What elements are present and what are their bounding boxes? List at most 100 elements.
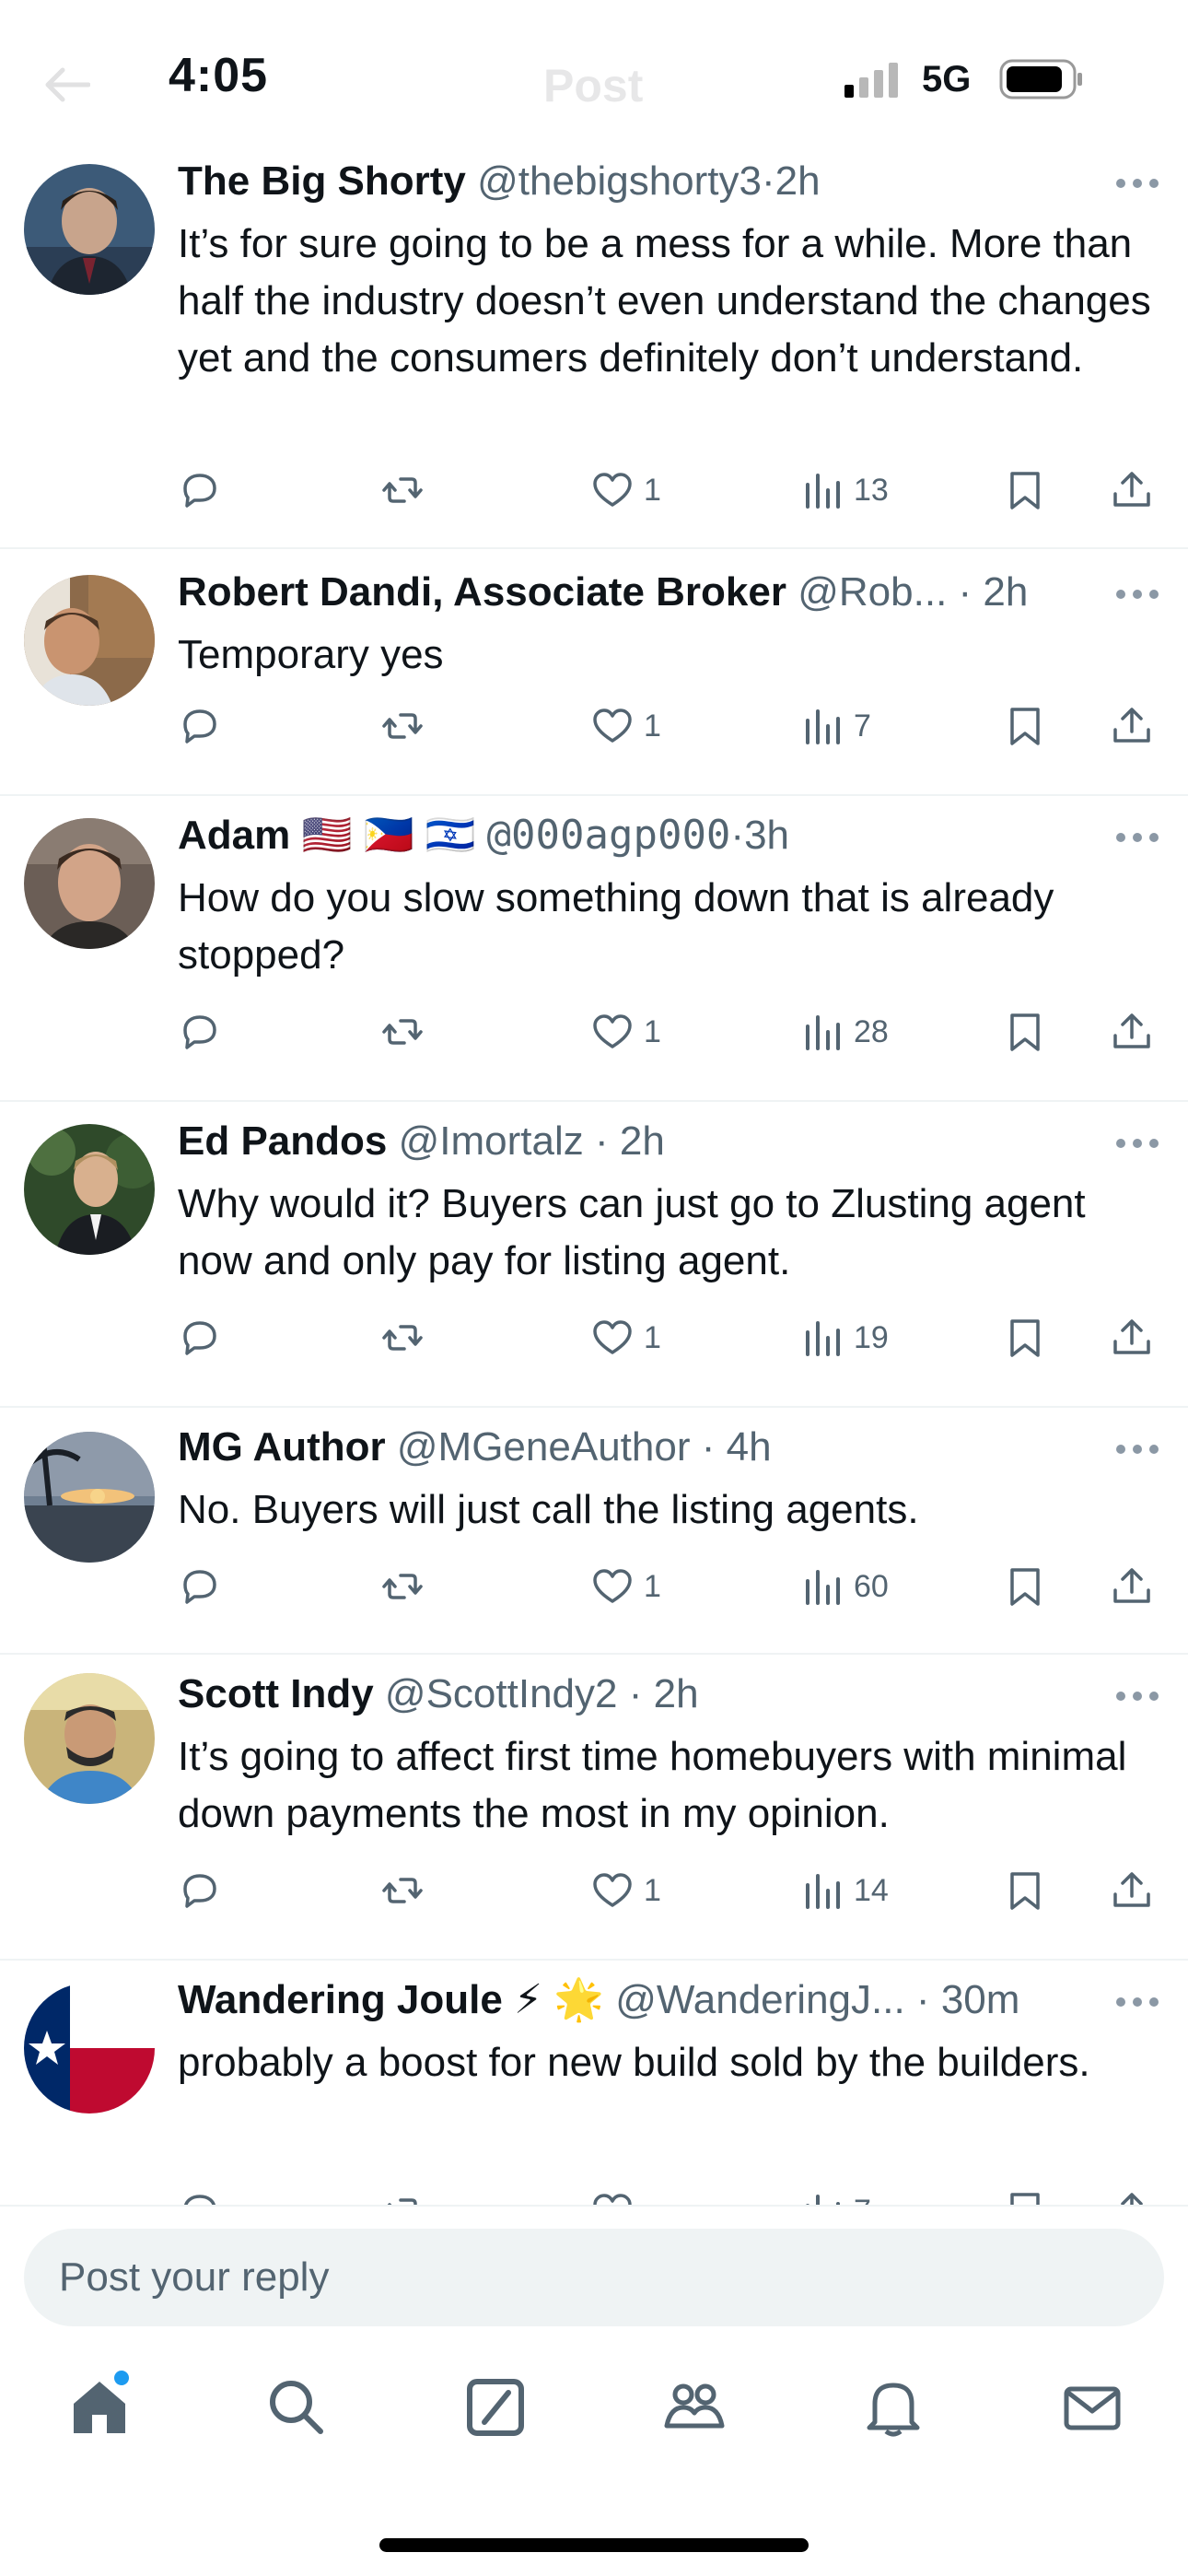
bookmark-button[interactable] <box>1003 1561 1047 1612</box>
reply-post[interactable]: Adam 🇺🇸 🇵🇭 🇮🇱 @000agp000·3h How do you s… <box>0 796 1188 1102</box>
reply-button[interactable] <box>178 1006 222 1058</box>
views-button[interactable]: 14 <box>800 1865 889 1916</box>
more-options-icon[interactable] <box>1114 588 1160 601</box>
more-options-icon[interactable] <box>1114 831 1160 844</box>
bookmark-button[interactable] <box>1003 1006 1047 1058</box>
reply-post[interactable]: Scott Indy @ScottIndy2 · 2h It’s going t… <box>0 1655 1188 1961</box>
repost-button[interactable] <box>380 464 425 516</box>
views-button[interactable]: 28 <box>800 1006 889 1058</box>
repost-button[interactable] <box>380 2185 425 2205</box>
author-name[interactable]: The Big Shorty <box>178 158 466 204</box>
like-button[interactable]: 1 <box>590 464 661 516</box>
reply-input[interactable] <box>24 2229 1164 2326</box>
bookmark-icon <box>1010 1872 1040 1910</box>
more-options-icon[interactable] <box>1114 177 1160 190</box>
tab-messages[interactable] <box>1055 2371 1129 2444</box>
share-button[interactable] <box>1110 464 1154 516</box>
avatar[interactable] <box>24 1432 155 1563</box>
share-button[interactable] <box>1110 1865 1154 1916</box>
share-button[interactable] <box>1110 1312 1154 1364</box>
repost-button[interactable] <box>380 1561 425 1612</box>
avatar[interactable] <box>24 1124 155 1255</box>
share-button[interactable] <box>1110 2185 1154 2205</box>
tab-search[interactable] <box>260 2371 333 2444</box>
avatar[interactable] <box>24 164 155 295</box>
post-actions: 1 19 <box>178 1312 1172 1364</box>
author-name[interactable]: Ed Pandos <box>178 1118 387 1164</box>
like-button[interactable]: 1 <box>590 1312 661 1364</box>
author-name[interactable]: Robert Dandi, Associate Broker <box>178 569 786 615</box>
author-handle[interactable]: @Rob... <box>798 569 947 615</box>
author-handle[interactable]: @ScottIndy2 <box>385 1671 618 1716</box>
view-count: 7 <box>854 708 871 744</box>
more-options-icon[interactable] <box>1114 1690 1160 1703</box>
like-button[interactable]: 1 <box>590 1561 661 1612</box>
author-handle[interactable]: @thebigshorty3 <box>477 158 762 204</box>
more-options-icon[interactable] <box>1114 1443 1160 1456</box>
author-name[interactable]: Wandering Joule ⚡ 🌟 <box>178 1977 604 2022</box>
reply-post[interactable]: The Big Shorty @thebigshorty3·2h It’s fo… <box>0 147 1188 549</box>
reply-post[interactable]: Wandering Joule ⚡ 🌟 @WanderingJ... · 30m… <box>0 1961 1188 2205</box>
unread-dot <box>114 2371 129 2385</box>
repost-button[interactable] <box>380 700 425 752</box>
post-actions: 7 <box>178 2185 1172 2205</box>
reply-post[interactable]: MG Author @MGeneAuthor · 4h No. Buyers w… <box>0 1408 1188 1655</box>
more-options-icon[interactable] <box>1114 1137 1160 1150</box>
bookmark-button[interactable] <box>1003 464 1047 516</box>
author-name[interactable]: Scott Indy <box>178 1671 374 1716</box>
like-button[interactable]: 1 <box>590 1006 661 1058</box>
author-handle[interactable]: @WanderingJ... <box>615 1977 905 2022</box>
bookmark-button[interactable] <box>1003 2185 1047 2205</box>
reply-button[interactable] <box>178 2185 222 2205</box>
avatar[interactable] <box>24 575 155 706</box>
tab-notifications[interactable] <box>856 2371 930 2444</box>
bookmark-button[interactable] <box>1003 700 1047 752</box>
avatar[interactable] <box>24 818 155 949</box>
author-name[interactable]: MG Author <box>178 1424 386 1469</box>
avatar[interactable] <box>24 1673 155 1804</box>
like-button[interactable]: 1 <box>590 1865 661 1916</box>
tab-grok[interactable] <box>459 2371 532 2444</box>
bookmark-button[interactable] <box>1003 1865 1047 1916</box>
tab-communities[interactable] <box>658 2371 731 2444</box>
reply-button[interactable] <box>178 464 222 516</box>
author-handle[interactable]: @000agp000 <box>487 812 731 859</box>
views-button[interactable]: 13 <box>800 464 889 516</box>
heart-icon <box>593 1873 632 1907</box>
reply-post[interactable]: Robert Dandi, Associate Broker @Rob... ·… <box>0 549 1188 796</box>
repost-button[interactable] <box>380 1865 425 1916</box>
like-button[interactable]: 1 <box>590 700 661 752</box>
views-button[interactable]: 7 <box>800 2185 871 2205</box>
post-actions: 1 28 <box>178 1006 1172 1058</box>
views-button[interactable]: 19 <box>800 1312 889 1364</box>
post-actions: 1 60 <box>178 1561 1172 1612</box>
reply-button[interactable] <box>178 1865 222 1916</box>
share-button[interactable] <box>1110 700 1154 752</box>
reply-button[interactable] <box>178 1312 222 1364</box>
bookmark-button[interactable] <box>1003 1312 1047 1364</box>
home-icon <box>74 2382 125 2433</box>
share-button[interactable] <box>1110 1561 1154 1612</box>
post-text: It’s going to affect first time homebuye… <box>178 1734 1127 1836</box>
repost-button[interactable] <box>380 1006 425 1058</box>
repost-icon <box>382 1019 423 1045</box>
avatar[interactable] <box>24 1983 155 2113</box>
home-indicator[interactable] <box>379 2538 809 2552</box>
reply-button[interactable] <box>178 1561 222 1612</box>
views-button[interactable]: 60 <box>800 1561 889 1612</box>
like-button[interactable] <box>590 2185 644 2205</box>
reply-button[interactable] <box>178 700 222 752</box>
share-icon <box>1113 1568 1150 1603</box>
reply-feed[interactable]: The Big Shorty @thebigshorty3·2h It’s fo… <box>0 147 1188 2205</box>
author-handle[interactable]: @MGeneAuthor <box>397 1424 691 1469</box>
repost-button[interactable] <box>380 1312 425 1364</box>
bookmark-icon <box>1010 1319 1040 1357</box>
envelope-icon <box>1064 2386 1121 2430</box>
author-handle[interactable]: @Imortalz <box>399 1118 584 1164</box>
views-button[interactable]: 7 <box>800 700 871 752</box>
analytics-icon <box>806 709 840 744</box>
reply-post[interactable]: Ed Pandos @Imortalz · 2h Why would it? B… <box>0 1102 1188 1408</box>
author-name[interactable]: Adam 🇺🇸 🇵🇭 🇮🇱 <box>178 813 475 858</box>
share-button[interactable] <box>1110 1006 1154 1058</box>
more-options-icon[interactable] <box>1114 1996 1160 2008</box>
